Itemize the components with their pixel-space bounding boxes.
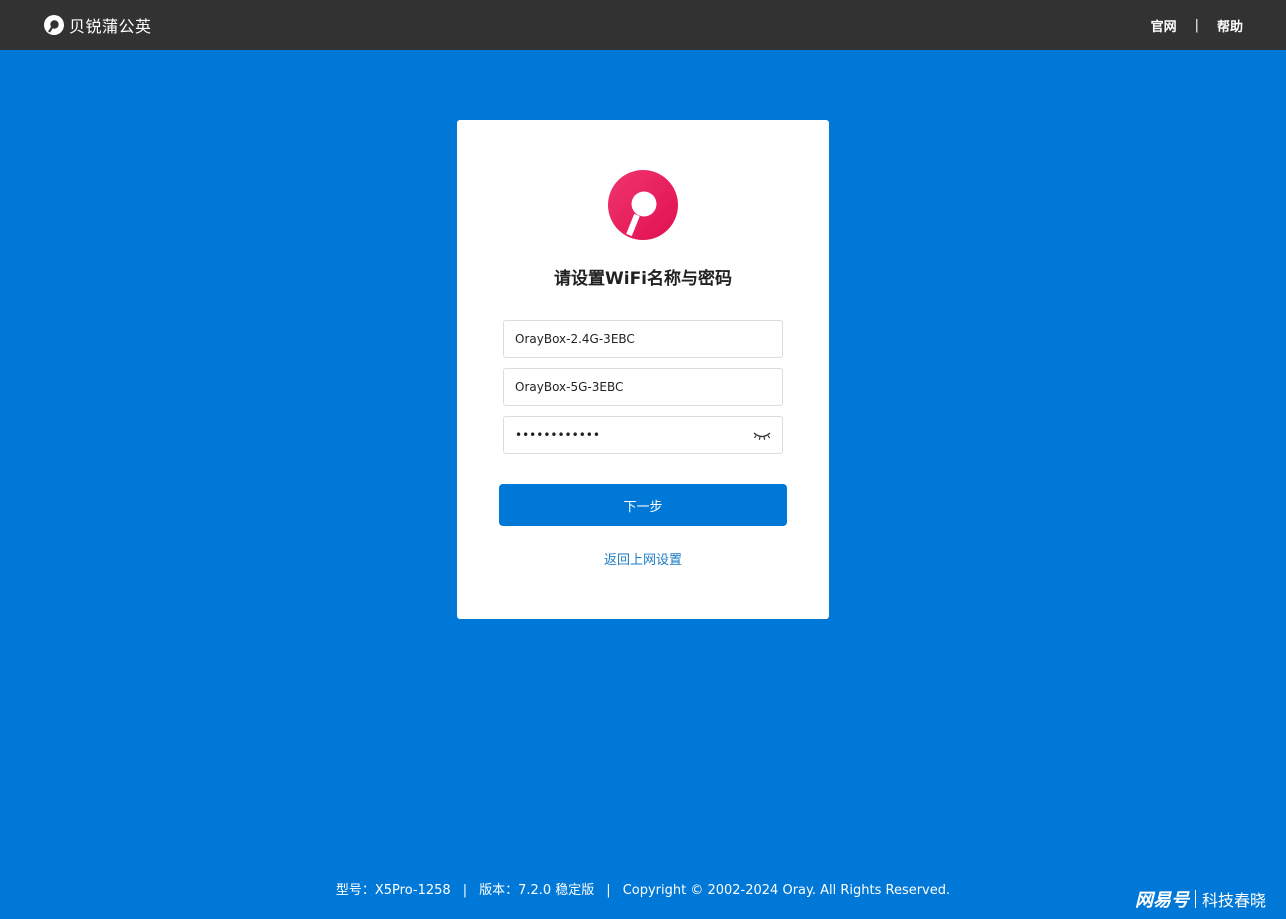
footer-separator: | (462, 883, 468, 898)
wifi-password-input[interactable] (504, 417, 745, 453)
copyright-text: Copyright © 2002-2024 Oray. All Rights R… (622, 883, 951, 898)
wifi-setup-card: 请设置WiFi名称与密码 下一步 返回上网设置 (457, 120, 829, 619)
ssid-24g-input[interactable] (504, 321, 745, 357)
footer-separator: | (606, 883, 611, 898)
brand[interactable]: 贝锐蒲公英 (43, 13, 152, 37)
ssid-5g-field[interactable] (503, 368, 783, 406)
model-text: 型号：X5Pro-1258 (335, 883, 451, 898)
ssid-5g-input[interactable] (504, 369, 745, 405)
official-site-link[interactable]: 官网 (1151, 16, 1177, 35)
page-title: 请设置WiFi名称与密码 (553, 269, 733, 289)
top-link-separator: | (1194, 18, 1199, 33)
ssid-24g-field[interactable] (503, 320, 783, 358)
help-link[interactable]: 帮助 (1217, 16, 1243, 35)
top-links: 官网 | 帮助 (1151, 16, 1243, 35)
version-text: 版本：7.2.0 稳定版 (479, 883, 595, 898)
watermark-author: 科技春晓 (1201, 891, 1266, 910)
watermark-brand: 网易号 (1134, 890, 1189, 911)
product-logo-icon (608, 170, 678, 240)
back-to-network-settings-link[interactable]: 返回上网设置 (457, 549, 829, 568)
next-step-button[interactable]: 下一步 (499, 484, 787, 526)
watermark: 网易号 科技春晓 (1135, 886, 1266, 912)
watermark-divider (1194, 890, 1196, 908)
wifi-password-field[interactable] (503, 416, 783, 454)
brand-logo-icon (44, 15, 64, 35)
eye-closed-icon[interactable] (752, 427, 772, 443)
brand-name: 贝锐蒲公英 (69, 17, 152, 36)
top-bar: 贝锐蒲公英 官网 | 帮助 (0, 0, 1286, 50)
footer: 型号：X5Pro-1258 | 版本：7.2.0 稳定版 | Copyright © 2… (0, 879, 1286, 898)
